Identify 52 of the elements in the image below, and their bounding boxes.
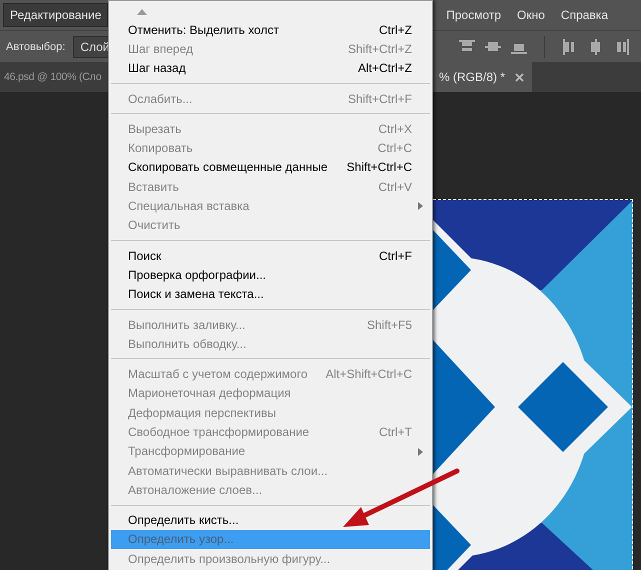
document-tab[interactable]: % (RGB/8) * — [433, 62, 532, 92]
menu-item-label: Поиск и замена текста... — [128, 287, 264, 302]
menu-bar-item[interactable]: Окно — [510, 3, 552, 27]
menu-item-label: Отменить: Выделить холст — [128, 22, 279, 37]
menu-item[interactable]: Проверка орфографии... — [111, 265, 430, 285]
scroll-up-icon[interactable] — [137, 9, 147, 15]
close-icon[interactable] — [515, 72, 524, 82]
tab-title: 46.psd @ 100% (Сло — [4, 71, 102, 83]
menu-bar-item[interactable]: Справка — [554, 3, 615, 27]
menu-item-label: Скопировать совмещенные данные — [128, 160, 328, 174]
menu-item-label: Вырезать — [128, 122, 182, 136]
shortcut-label: Shift+Ctrl+F — [348, 92, 412, 106]
menu-item[interactable]: Поиск и замена текста... — [111, 284, 430, 304]
menu-item-label: Поиск — [128, 248, 162, 263]
shortcut-label: Ctrl+Z — [379, 22, 412, 37]
menu-item-label: Выполнить обводку... — [128, 336, 246, 351]
menu-item-label: Автоматически выравнивать слои... — [128, 464, 328, 478]
shortcut-label: Ctrl+V — [378, 180, 412, 194]
menu-item-label: Свободное трансформирование — [128, 424, 310, 439]
menu-item-label: Деформация перспективы — [128, 406, 276, 420]
menu-item-label: Марионеточная деформация — [128, 386, 291, 400]
menu-bar-item[interactable]: Редактирование — [3, 3, 108, 27]
menu-item-label: Ослабить... — [128, 92, 192, 106]
menu-item[interactable]: Поиск Ctrl+F — [111, 246, 430, 266]
shortcut-label: Ctrl+F — [379, 248, 412, 263]
menu-item[interactable]: Определить кисть... — [111, 510, 430, 530]
menu-item-label: Трансформирование — [128, 444, 246, 458]
menu-item[interactable]: Шаг назад Alt+Ctrl+Z — [111, 58, 430, 78]
menu-item-label: Очистить — [128, 218, 180, 232]
shortcut-label: Ctrl+C — [378, 141, 412, 156]
menu-item-label: Автоналожение слоев... — [128, 482, 262, 497]
shortcut-label: Ctrl+X — [378, 122, 412, 136]
menu-item[interactable]: Скопировать совмещенные данные Shift+Ctrl+C — [111, 158, 430, 178]
menu-item-label: Выполнить заливку... — [128, 318, 246, 332]
menu-item-label: Проверка орфографии... — [128, 268, 266, 282]
menu-item-label: Масштаб с учетом содержимого — [128, 367, 308, 382]
menu-item-label: Копировать — [128, 141, 193, 156]
shortcut-label: Shift+F5 — [366, 318, 412, 332]
menu-item-label: Определить кисть... — [128, 513, 239, 528]
shortcut-label: Alt+Ctrl+Z — [358, 61, 412, 76]
menu-item-label: Вставить — [128, 180, 179, 194]
shortcut-label: Shift+Ctrl+C — [346, 160, 412, 174]
shortcut-label: Alt+Shift+Ctrl+C — [326, 367, 412, 382]
shortcut-label: Ctrl+T — [379, 424, 412, 439]
menu-item-label: Специальная вставка — [128, 199, 250, 214]
menu-item-label: Шаг назад — [128, 61, 186, 76]
shortcut-label: Shift+Ctrl+Z — [348, 42, 412, 56]
auto-select-label: Автовыбор: — [6, 40, 66, 52]
tab-title: % (RGB/8) * — [439, 70, 506, 84]
menu-bar-item[interactable]: Просмотр — [439, 3, 508, 27]
menu-item-label: Определить произвольную фигуру... — [128, 552, 330, 566]
menu-item-label: Определить узор... — [128, 532, 234, 546]
